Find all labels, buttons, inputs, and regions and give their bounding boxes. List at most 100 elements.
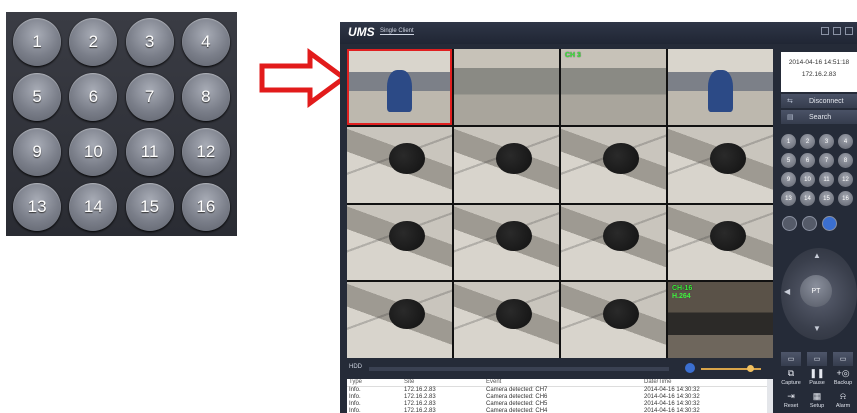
ptz-center-button[interactable]: PT (800, 275, 832, 307)
mini-channel-key-16[interactable]: 16 (838, 191, 853, 206)
camera-tile-12[interactable] (668, 204, 773, 281)
mini-channel-key-1[interactable]: 1 (781, 134, 796, 149)
camera-tile-8[interactable] (668, 126, 773, 203)
mini-channel-key-14[interactable]: 14 (800, 191, 815, 206)
log-cell-site: 172.16.2.83 (404, 408, 436, 413)
camera-label: CH-16 (672, 285, 693, 293)
channel-key-2[interactable]: 2 (69, 17, 118, 66)
camera-tile-4[interactable] (668, 49, 773, 125)
camera-tile-1[interactable] (347, 49, 452, 125)
backup-label[interactable]: Backup (830, 380, 856, 386)
camera-codec-label: H.264 (672, 293, 691, 301)
ptz-down-icon[interactable]: ▼ (813, 324, 821, 333)
camera-tile-15[interactable] (561, 282, 666, 358)
mini-channel-key-7[interactable]: 7 (819, 153, 834, 168)
log-row[interactable]: Info. 172.16.2.83 Camera detected: CH7 2014… (347, 387, 773, 394)
camera-tile-10[interactable] (454, 204, 559, 281)
disconnect-button[interactable]: ⇆ Disconnect (781, 94, 857, 108)
camera-tile-14[interactable] (454, 282, 559, 358)
maximize-icon[interactable] (833, 27, 841, 35)
channel-key-11[interactable]: 11 (125, 127, 174, 176)
camera-feed-subject (603, 221, 639, 252)
volume-icon[interactable] (685, 363, 695, 373)
camera-tile-3[interactable]: CH 3 (561, 49, 666, 125)
log-cell-site: 172.16.2.83 (404, 387, 436, 393)
channel-key-4[interactable]: 4 (181, 17, 230, 66)
channel-key-13[interactable]: 13 (13, 182, 62, 231)
log-cell-date: 2014-04-16 14:30:32 (644, 387, 700, 393)
mini-channel-key-9[interactable]: 9 (781, 172, 796, 187)
channel-key-14[interactable]: 14 (69, 182, 118, 231)
channel-key-1[interactable]: 1 (13, 17, 62, 66)
minimize-icon[interactable] (821, 27, 829, 35)
camera-tile-9[interactable] (347, 204, 452, 281)
camera-feed-subject (603, 143, 639, 174)
status-box: 2014-04-16 14:51:18 172.16.2.83 (781, 52, 857, 92)
log-row[interactable]: Info. 172.16.2.83 Camera detected: CH5 2014… (347, 401, 773, 408)
col-site[interactable]: Site (404, 379, 486, 386)
search-button[interactable]: ▤ Search (781, 110, 857, 124)
col-event[interactable]: Event (486, 379, 644, 386)
channel-key-5[interactable]: 5 (13, 72, 62, 121)
setup-icon[interactable]: ▦ (804, 391, 830, 402)
log-cell-type: Info. (349, 387, 361, 393)
view-b-button[interactable]: ▭ (807, 352, 827, 366)
log-cell-event: Camera detected: CH5 (486, 401, 548, 407)
channel-key-8[interactable]: 8 (181, 72, 230, 121)
mini-channel-key-13[interactable]: 13 (781, 191, 796, 206)
log-row[interactable]: Info. 172.16.2.83 Camera detected: CH4 2014… (347, 408, 773, 413)
ptz-up-icon[interactable]: ▲ (813, 251, 821, 260)
log-row[interactable]: Info. 172.16.2.83 Camera detected: CH6 2014… (347, 394, 773, 401)
col-date[interactable]: Date/Time (644, 379, 764, 386)
layout-1x1-icon[interactable] (782, 216, 797, 231)
camera-tile-11[interactable] (561, 204, 666, 281)
alarm-label[interactable]: Alarm (830, 403, 856, 409)
app-logo: UMS (348, 25, 375, 39)
channel-key-16[interactable]: 16 (181, 182, 230, 231)
mini-channel-key-2[interactable]: 2 (800, 134, 815, 149)
mini-channel-key-15[interactable]: 15 (819, 191, 834, 206)
camera-tile-16[interactable]: CH-16 H.264 (668, 282, 773, 358)
channel-key-15[interactable]: 15 (125, 182, 174, 231)
channel-key-3[interactable]: 3 (125, 17, 174, 66)
camera-tile-5[interactable] (347, 126, 452, 203)
reset-label[interactable]: Reset (778, 403, 804, 409)
channel-key-9[interactable]: 9 (13, 127, 62, 176)
channel-key-7[interactable]: 7 (125, 72, 174, 121)
layout-2x2-icon[interactable] (802, 216, 817, 231)
channel-key-6[interactable]: 6 (69, 72, 118, 121)
capture-icon[interactable]: ⧉ (778, 368, 804, 379)
col-type[interactable]: Type (347, 379, 404, 386)
reset-icon[interactable]: ⇥ (778, 391, 804, 402)
log-cell-date: 2014-04-16 14:30:32 (644, 401, 700, 407)
view-c-button[interactable]: ▭ (833, 352, 853, 366)
mini-channel-key-10[interactable]: 10 (800, 172, 815, 187)
mini-channel-key-6[interactable]: 6 (800, 153, 815, 168)
pause-icon[interactable]: ❚❚ (804, 368, 830, 379)
alarm-icon[interactable]: ⍾ (830, 391, 856, 402)
backup-icon[interactable]: +◎ (830, 368, 856, 379)
ptz-left-icon[interactable]: ◀ (784, 287, 790, 296)
layout-4x4-icon[interactable] (822, 216, 837, 231)
mini-channel-key-5[interactable]: 5 (781, 153, 796, 168)
setup-label[interactable]: Setup (804, 403, 830, 409)
log-cell-event: Camera detected: CH7 (486, 387, 548, 393)
log-scrollbar[interactable] (767, 379, 773, 413)
mini-channel-key-12[interactable]: 12 (838, 172, 853, 187)
capture-label[interactable]: Capture (778, 380, 804, 386)
mini-channel-key-11[interactable]: 11 (819, 172, 834, 187)
hdd-progress-track[interactable] (369, 367, 669, 371)
mini-channel-key-3[interactable]: 3 (819, 134, 834, 149)
camera-tile-6[interactable] (454, 126, 559, 203)
camera-tile-13[interactable] (347, 282, 452, 358)
view-a-button[interactable]: ▭ (781, 352, 801, 366)
pause-label[interactable]: Pause (804, 380, 830, 386)
channel-key-12[interactable]: 12 (181, 127, 230, 176)
close-icon[interactable] (845, 27, 853, 35)
camera-tile-2[interactable] (454, 49, 559, 125)
camera-tile-7[interactable] (561, 126, 666, 203)
volume-slider-knob[interactable] (747, 365, 754, 372)
channel-key-10[interactable]: 10 (69, 127, 118, 176)
mini-channel-key-8[interactable]: 8 (838, 153, 853, 168)
mini-channel-key-4[interactable]: 4 (838, 134, 853, 149)
